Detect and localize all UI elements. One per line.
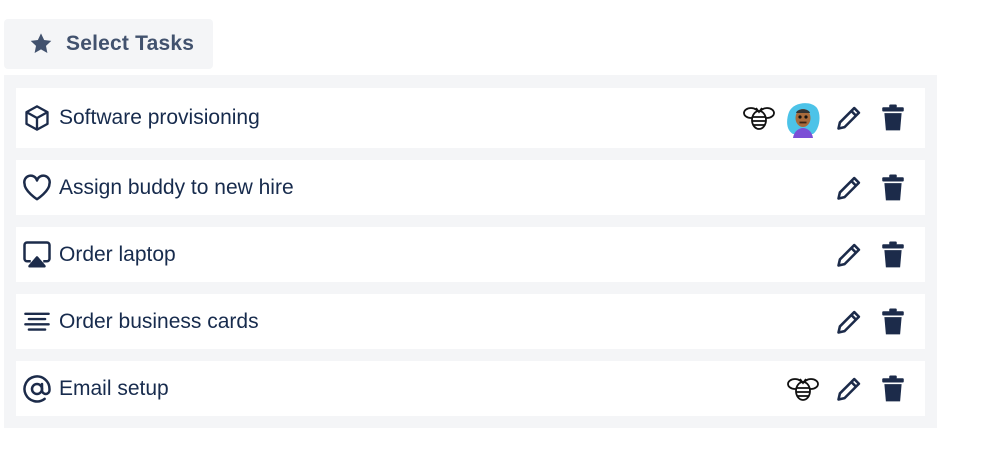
heart-icon bbox=[22, 173, 52, 203]
edit-button[interactable] bbox=[827, 305, 871, 339]
task-label: Order business cards bbox=[59, 309, 259, 333]
task-row[interactable]: Email setup bbox=[16, 361, 925, 416]
edit-button[interactable] bbox=[827, 238, 871, 272]
task-label: Order laptop bbox=[59, 242, 176, 266]
at-sign-icon bbox=[22, 374, 52, 404]
cube-icon bbox=[22, 103, 52, 133]
task-row[interactable]: Order laptop bbox=[16, 227, 925, 282]
task-label: Software provisioning bbox=[59, 106, 260, 129]
star-icon bbox=[28, 31, 54, 57]
delete-button[interactable] bbox=[871, 238, 915, 272]
bee-icon bbox=[783, 372, 823, 406]
edit-button[interactable] bbox=[827, 372, 871, 406]
task-row[interactable]: Order business cards bbox=[16, 294, 925, 349]
delete-button[interactable] bbox=[871, 305, 915, 339]
delete-button[interactable] bbox=[871, 101, 915, 135]
delete-button[interactable] bbox=[871, 372, 915, 406]
task-list: Software provisioning Assign buddy to ne… bbox=[4, 75, 937, 428]
select-tasks-button[interactable]: Select Tasks bbox=[4, 19, 213, 69]
avatar[interactable] bbox=[783, 98, 823, 138]
screen-cast-icon bbox=[22, 240, 52, 270]
task-row[interactable]: Assign buddy to new hire bbox=[16, 160, 925, 215]
edit-button[interactable] bbox=[827, 171, 871, 205]
task-row[interactable]: Software provisioning bbox=[16, 88, 925, 148]
delete-button[interactable] bbox=[871, 171, 915, 205]
select-tasks-label: Select Tasks bbox=[66, 32, 195, 55]
task-label: Email setup bbox=[59, 376, 169, 400]
bee-icon bbox=[739, 101, 779, 135]
align-center-icon bbox=[22, 307, 52, 337]
task-label: Assign buddy to new hire bbox=[59, 175, 294, 199]
edit-button[interactable] bbox=[827, 101, 871, 135]
